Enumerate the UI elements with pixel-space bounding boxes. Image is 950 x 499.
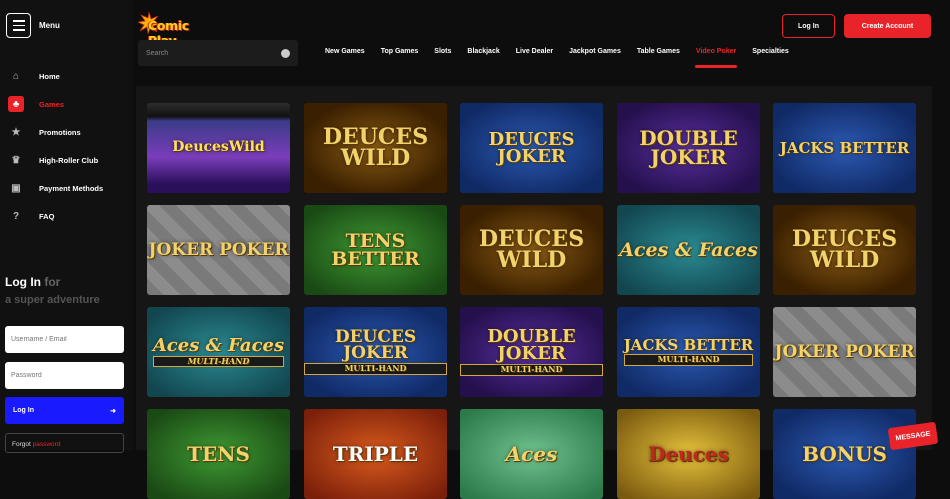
login-heading: Log In for — [5, 275, 61, 289]
sidebar-item-label: Home — [39, 71, 60, 81]
game-tile[interactable]: Aces — [460, 409, 603, 499]
tab-new-games[interactable]: New Games — [325, 48, 365, 55]
sidebar-nav: ⌂ Home ♣ Games ★ Promotions ♛ High-Rolle… — [0, 62, 133, 230]
login-subheading: a super adventure — [5, 294, 100, 306]
home-icon: ⌂ — [12, 70, 20, 82]
tab-slots[interactable]: Slots — [434, 48, 451, 55]
star-icon: ★ — [11, 126, 21, 138]
sidebar-item-high-roller-club[interactable]: ♛ High-Roller Club — [0, 146, 133, 174]
sidebar-item-label: High-Roller Club — [39, 155, 99, 165]
sidebar-item-label: FAQ — [39, 211, 55, 221]
brand-logo[interactable]: Comic Play — [138, 10, 212, 48]
game-tile[interactable]: Aces & Faces MULTI-HAND — [147, 307, 290, 397]
category-tabs: New Games Top Games Slots Blackjack Live… — [325, 48, 805, 68]
tab-video-poker[interactable]: Video Poker — [694, 48, 738, 68]
game-tile[interactable]: DEUCES JOKER — [460, 103, 603, 193]
hamburger-icon[interactable] — [6, 13, 31, 38]
sidebar: Menu ⌂ Home ♣ Games ★ Promotions ♛ High-… — [0, 0, 133, 453]
search-input[interactable]: Search — [138, 40, 298, 66]
multi-hand-badge: MULTI-HAND — [152, 355, 285, 368]
question-icon: ? — [12, 210, 20, 222]
sidebar-item-games[interactable]: ♣ Games — [0, 90, 133, 118]
game-tile[interactable]: JOKER POKER — [147, 205, 290, 295]
game-tile[interactable]: JACKS BETTER MULTI-HAND — [617, 307, 760, 397]
username-field[interactable] — [5, 326, 124, 353]
game-tile[interactable]: DEUCES WILD — [304, 103, 447, 193]
game-tile[interactable]: BONUS — [773, 409, 916, 499]
multi-hand-badge: MULTI-HAND — [460, 364, 603, 376]
game-tile[interactable]: DEUCES JOKER MULTI-HAND — [304, 307, 447, 397]
crown-icon: ♛ — [11, 154, 21, 166]
menu-label: Menu — [39, 21, 60, 30]
sidebar-item-payment-methods[interactable]: ▣ Payment Methods — [0, 174, 133, 202]
tab-live-dealer[interactable]: Live Dealer — [516, 48, 553, 55]
games-icon: ♣ — [8, 96, 24, 112]
game-tile[interactable]: TENS — [147, 409, 290, 499]
password-field[interactable] — [5, 362, 124, 389]
tab-table-games[interactable]: Table Games — [637, 48, 680, 55]
tab-top-games[interactable]: Top Games — [381, 48, 419, 55]
sidebar-login-button[interactable]: Log In ➜ — [5, 397, 124, 424]
game-tile[interactable]: DEUCES WILD — [460, 205, 603, 295]
game-tile[interactable]: JOKER POKER — [773, 307, 916, 397]
forgot-password-link[interactable]: Forgot password — [5, 433, 124, 453]
search-icon — [281, 48, 290, 58]
game-tile[interactable]: DOUBLE JOKER MULTI-HAND — [460, 307, 603, 397]
sidebar-item-promotions[interactable]: ★ Promotions — [0, 118, 133, 146]
sidebar-item-faq[interactable]: ? FAQ — [0, 202, 133, 230]
game-tile[interactable]: DEUCES WILD — [773, 205, 916, 295]
wallet-icon: ▣ — [11, 182, 21, 194]
login-arrow-icon: ➜ — [110, 407, 116, 415]
game-tile[interactable]: DOUBLE JOKER — [617, 103, 760, 193]
tab-blackjack[interactable]: Blackjack — [467, 48, 499, 55]
game-tile[interactable]: Aces & Faces — [617, 205, 760, 295]
tab-jackpot-games[interactable]: Jackpot Games — [569, 48, 621, 55]
game-tile[interactable]: DeucesWild — [147, 103, 290, 193]
multi-hand-badge: MULTI-HAND — [304, 363, 447, 375]
game-tile[interactable]: Deuces — [617, 409, 760, 499]
sidebar-item-label: Promotions — [39, 127, 81, 137]
game-tile[interactable]: JACKS BETTER — [773, 103, 916, 193]
game-tile[interactable]: TRIPLE — [304, 409, 447, 499]
tab-specialties[interactable]: Specialties — [752, 48, 789, 55]
create-account-button[interactable]: Create Account — [844, 14, 931, 38]
games-grid: DeucesWild DEUCES WILD DEUCES JOKER DOUB… — [136, 86, 932, 499]
menu-toggle[interactable]: Menu — [6, 13, 60, 38]
game-tile[interactable]: TENS BETTER — [304, 205, 447, 295]
sidebar-item-label: Games — [39, 99, 65, 109]
sidebar-item-home[interactable]: ⌂ Home — [0, 62, 133, 90]
multi-hand-badge: MULTI-HAND — [623, 354, 754, 366]
sidebar-item-label: Payment Methods — [39, 183, 104, 193]
header-login-button[interactable]: Log In — [782, 14, 835, 38]
